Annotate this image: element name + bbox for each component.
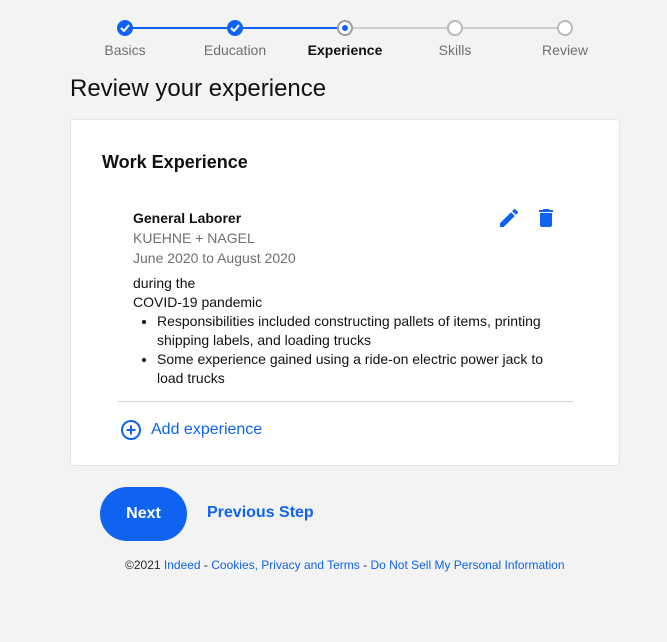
step-label: Review [542, 42, 588, 58]
add-experience-label: Add experience [151, 421, 263, 438]
work-experience-card: Work Experience General Laborer KUEHNE +… [70, 119, 620, 466]
step-label: Basics [104, 42, 146, 58]
plus-circle-icon [121, 420, 141, 440]
pending-step-icon [447, 20, 463, 36]
description-line: COVID-19 pandemic [133, 294, 263, 310]
step-basics[interactable]: Basics [70, 18, 180, 58]
trash-icon [539, 209, 553, 227]
footer-separator: - [359, 558, 371, 572]
previous-step-link[interactable]: Previous Step [207, 504, 314, 522]
check-icon [117, 20, 133, 36]
step-label: Education [203, 42, 267, 58]
job-description: during the COVID-19 pandemic Responsibil… [133, 274, 573, 388]
delete-experience-button[interactable] [534, 206, 558, 230]
list-item: Some experience gained using a ride-on e… [157, 350, 573, 388]
company-name: KUEHNE + NAGEL [133, 230, 255, 246]
step-skills: Skills [400, 18, 510, 58]
step-education[interactable]: Education [180, 18, 290, 58]
experience-entry: General Laborer KUEHNE + NAGEL June 2020… [133, 208, 573, 388]
divider [118, 401, 573, 402]
step-review: Review [510, 18, 620, 58]
copyright-text: ©2021 [125, 558, 161, 572]
check-icon [227, 20, 243, 36]
footer-separator: - [200, 558, 212, 572]
progress-stepper: Basics Education Experience Skills Revie… [70, 18, 620, 62]
pending-step-icon [557, 20, 573, 36]
cookies-privacy-terms-link[interactable]: Cookies, Privacy and Terms [211, 558, 360, 572]
current-step-icon [337, 20, 353, 36]
indeed-link[interactable]: Indeed [164, 558, 201, 572]
responsibilities-list: Responsibilities included constructing p… [133, 312, 573, 388]
step-label: Experience [307, 42, 383, 58]
footer: ©2021 Indeed - Cookies, Privacy and Term… [125, 558, 565, 572]
edit-experience-button[interactable] [497, 206, 521, 230]
job-dates: June 2020 to August 2020 [133, 250, 296, 266]
step-experience: Experience [290, 18, 400, 58]
section-title: Work Experience [102, 152, 248, 172]
pencil-icon [500, 208, 519, 227]
do-not-sell-link[interactable]: Do Not Sell My Personal Information [370, 558, 564, 572]
list-item: Responsibilities included constructing p… [157, 312, 573, 350]
step-label: Skills [438, 42, 472, 58]
add-experience-button[interactable]: Add experience [120, 419, 262, 441]
description-line: during the [133, 275, 196, 291]
page-title: Review your experience [70, 75, 327, 102]
next-button[interactable]: Next [100, 487, 187, 541]
